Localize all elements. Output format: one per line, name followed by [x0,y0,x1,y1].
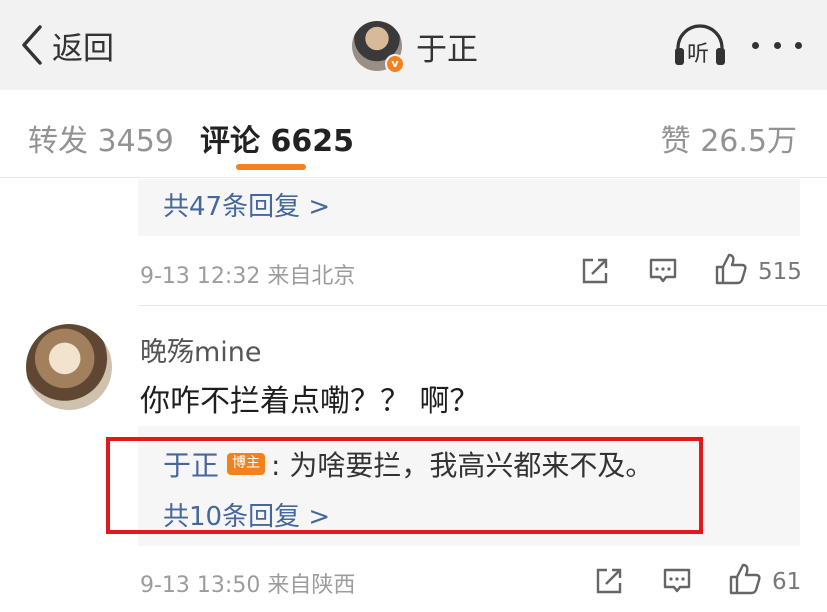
back-chevron-icon [22,25,42,65]
comment-icon[interactable] [648,256,678,286]
tab-bar: 转发 3459 评论 6625 赞 26.5万 [0,90,827,178]
share-icon[interactable] [594,566,624,596]
like-count: 61 [772,569,802,595]
tab-repost[interactable]: 转发 3459 [28,116,174,160]
back-button[interactable]: 返回 [20,22,114,68]
listen-label: 听 [687,42,710,67]
tab-comment[interactable]: 评论 6625 [200,116,354,160]
more-dots-icon [752,41,759,49]
top-nav-bar: 返回 v 于正 听 [0,0,827,90]
highlight-box [106,437,703,534]
tab-like[interactable]: 赞 26.5万 [661,116,797,160]
comment-divider [138,305,827,306]
verified-badge-icon: v [385,54,405,74]
back-label: 返回 [52,30,114,67]
commenter-username[interactable]: 晚殇mine [140,330,262,369]
comment-meta: 9-13 13:50 来自陕西 [140,573,356,598]
active-tab-indicator [236,164,306,170]
comment-icon[interactable] [662,566,692,596]
like-count: 515 [758,259,802,285]
comment-text: 你咋不拦着点嘞？？ 啊？ [140,384,480,419]
thumb-up-icon[interactable] [714,252,748,286]
thumb-up-icon[interactable] [728,562,762,596]
more-menu-button[interactable] [752,30,802,60]
listen-button[interactable]: 听 [672,22,728,70]
page-title: 于正 [416,31,478,68]
comment-meta: 9-13 12:32 来自北京 [140,264,356,289]
share-icon[interactable] [580,256,610,286]
reply-count-link[interactable]: 共47条回复 > [163,186,330,223]
commenter-avatar[interactable] [26,324,112,410]
author-header[interactable]: v 于正 [352,20,478,74]
author-avatar[interactable]: v [352,21,405,74]
